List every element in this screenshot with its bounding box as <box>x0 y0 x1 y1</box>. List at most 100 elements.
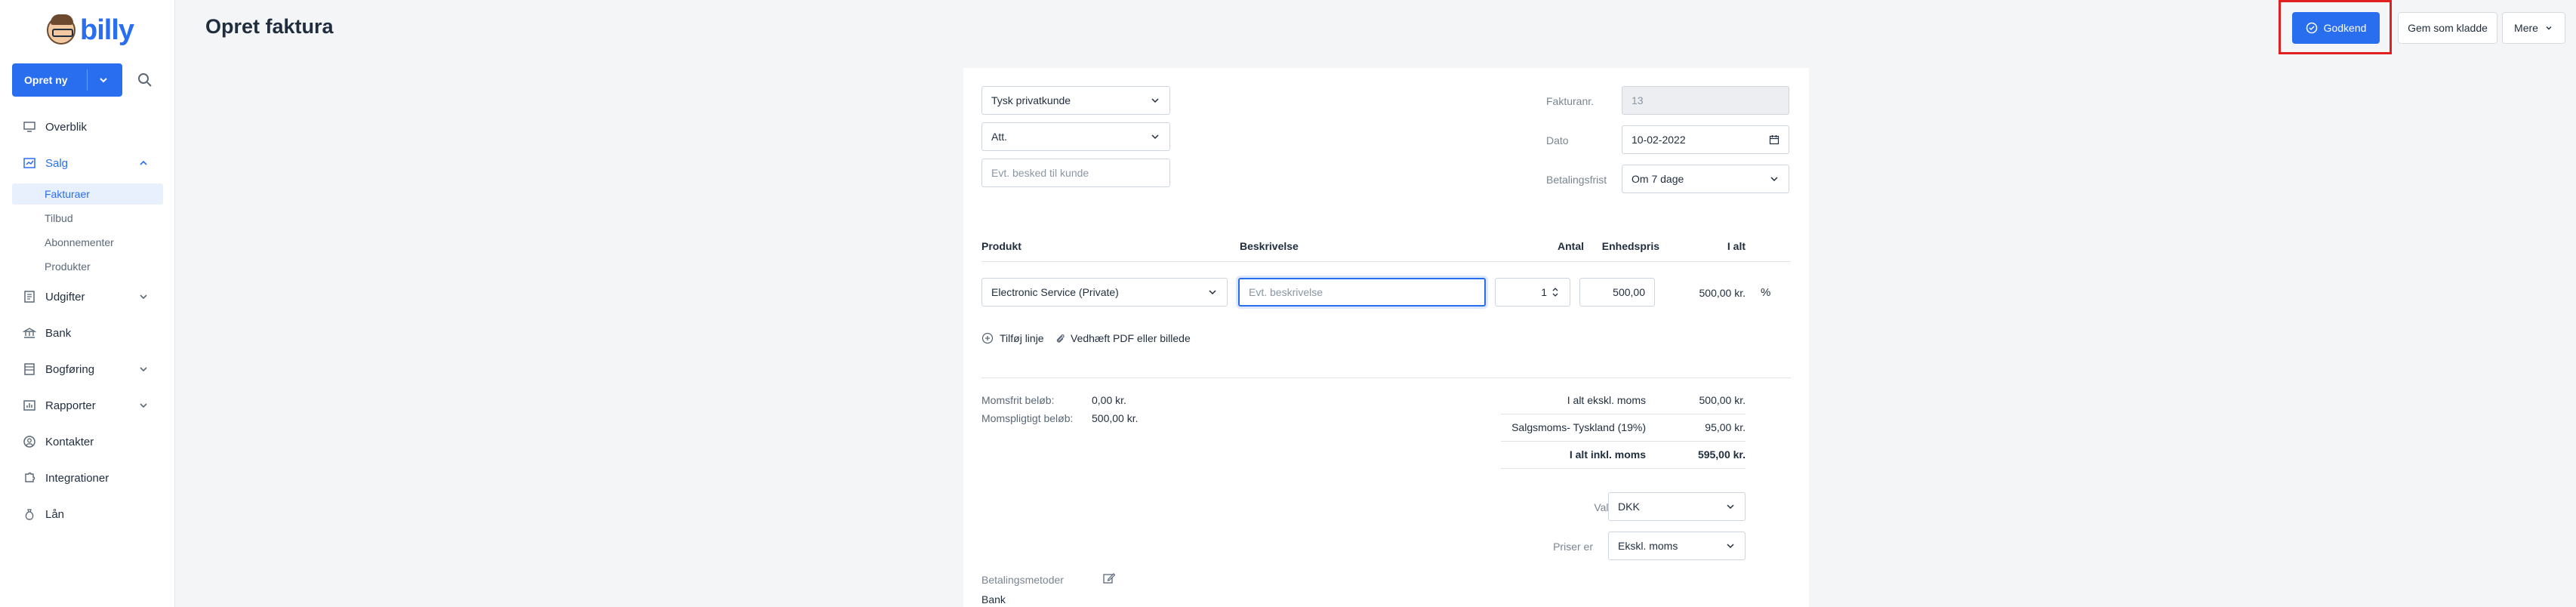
sidebar-item-label: Bank <box>45 326 72 340</box>
quantity-value: 1 <box>1541 286 1547 298</box>
due-label: Betalingsfrist <box>1546 174 1607 186</box>
sidebar-item-overview[interactable]: Overblik <box>0 115 175 139</box>
more-button[interactable]: Mere <box>2502 12 2565 44</box>
sidebar-item-sales[interactable]: Salg <box>0 151 175 175</box>
column-total: I alt <box>1727 240 1746 252</box>
sidebar-item-label: Bogføring <box>45 362 95 376</box>
sidebar-item-invoices[interactable]: Fakturaer <box>12 183 163 205</box>
plus-circle-icon <box>981 332 994 344</box>
description-input[interactable]: Evt. beskrivelse <box>1238 278 1486 307</box>
page-title: Opret faktura <box>205 15 334 38</box>
unit-price-input[interactable]: 500,00 <box>1579 278 1655 307</box>
chevron-down-icon <box>1727 504 1734 510</box>
approve-button[interactable]: Godkend <box>2292 12 2380 44</box>
attach-file-button[interactable]: Vedhæft PDF eller billede <box>1054 332 1191 344</box>
create-new-button[interactable]: Opret ny <box>12 63 122 97</box>
sidebar-item-expenses[interactable]: Udgifter <box>0 285 175 309</box>
chevron-down-icon <box>140 403 147 408</box>
brand-name: billy <box>80 14 134 46</box>
bank-icon <box>23 326 36 340</box>
sidebar-item-subscriptions[interactable]: Abonnementer <box>12 232 163 253</box>
chevron-down-icon <box>140 367 147 372</box>
sidebar-item-label: Rapporter <box>45 399 96 412</box>
column-quantity: Antal <box>1558 240 1584 252</box>
chevron-down-icon <box>1770 177 1778 182</box>
att-select[interactable]: Att. <box>981 122 1170 151</box>
prices-label: Priser er <box>1553 541 1593 553</box>
chevron-down-icon <box>140 294 147 300</box>
quantity-stepper[interactable]: 1 <box>1495 278 1570 307</box>
customer-select[interactable]: Tysk privatkunde <box>981 86 1170 115</box>
subtotal-value: 500,00 kr. <box>1699 394 1746 406</box>
chevron-down-icon <box>1209 290 1216 295</box>
product-select[interactable]: Electronic Service (Private) <box>981 278 1228 307</box>
sidebar-item-label: Overblik <box>45 120 88 134</box>
attach-file-label: Vedhæft PDF eller billede <box>1071 332 1191 344</box>
create-new-label: Opret ny <box>24 74 68 86</box>
vat-free-label: Momsfrit beløb: <box>981 394 1055 406</box>
vat-free-value: 0,00 kr. <box>1092 394 1126 406</box>
column-unit-price: Enhedspris <box>1601 240 1659 252</box>
due-select[interactable]: Om 7 dage <box>1622 165 1789 193</box>
customer-value: Tysk privatkunde <box>991 94 1071 106</box>
date-input[interactable]: 10-02-2022 <box>1622 125 1789 154</box>
add-line-button[interactable]: Tilføj linje <box>981 332 1044 344</box>
column-product: Produkt <box>981 240 1021 252</box>
check-circle-icon <box>2306 22 2317 34</box>
paperclip-icon <box>1056 334 1065 343</box>
contact-icon <box>23 435 36 448</box>
ledger-icon <box>23 362 36 376</box>
chevron-down-icon <box>1151 98 1159 103</box>
sidebar-item-contacts[interactable]: Kontakter <box>0 430 175 454</box>
billy-logo[interactable]: billy <box>47 12 134 48</box>
currency-select[interactable]: DKK <box>1608 492 1746 521</box>
edit-icon[interactable] <box>1102 572 1116 585</box>
sidebar-item-bank[interactable]: Bank <box>0 321 175 345</box>
sidebar-item-label: Lån <box>45 507 65 521</box>
monitor-icon <box>23 120 36 134</box>
column-description: Beskrivelse <box>1240 240 1299 252</box>
calendar-icon[interactable] <box>1769 134 1779 145</box>
sidebar-item-loans[interactable]: Lån <box>0 502 175 526</box>
stepper-arrows-icon[interactable] <box>1550 287 1561 297</box>
sidebar-item-products[interactable]: Produkter <box>12 256 163 277</box>
add-line-label: Tilføj linje <box>1000 332 1044 344</box>
sidebar-item-label: Salg <box>45 156 69 170</box>
save-draft-button[interactable]: Gem som kladde <box>2398 12 2497 44</box>
tax-value: 95,00 kr. <box>1705 421 1746 433</box>
date-label: Dato <box>1546 134 1569 146</box>
discount-toggle[interactable]: % <box>1761 286 1770 299</box>
sidebar-item-quotes[interactable]: Tilbud <box>12 208 163 229</box>
prices-select[interactable]: Ekskl. moms <box>1608 532 1746 560</box>
sidebar-item-bookkeeping[interactable]: Bogføring <box>0 357 175 381</box>
receipt-icon <box>23 290 36 304</box>
line-total: 500,00 kr. <box>1699 287 1746 299</box>
billy-mascot-icon <box>47 14 75 45</box>
chevron-up-icon <box>140 160 147 165</box>
prices-value: Ekskl. moms <box>1618 540 1678 552</box>
total-label: I alt inkl. moms <box>1569 448 1646 461</box>
search-icon[interactable] <box>136 71 154 89</box>
money-bag-icon <box>23 507 36 521</box>
total-value: 595,00 kr. <box>1697 448 1746 461</box>
currency-value: DKK <box>1618 501 1640 513</box>
invoice-number-field: 13 <box>1622 86 1789 115</box>
payment-method-value: Bank <box>981 593 1006 605</box>
sidebar-item-integrations[interactable]: Integrationer <box>0 466 175 490</box>
customer-message-input[interactable]: Evt. besked til kunde <box>981 159 1170 187</box>
att-value: Att. <box>991 131 1008 143</box>
payment-methods-label: Betalingsmetoder <box>981 574 1064 586</box>
reports-icon <box>23 399 36 412</box>
chevron-down-icon <box>2546 26 2552 30</box>
sidebar-item-label: Kontakter <box>45 435 94 448</box>
invoice-form: Tysk privatkunde Att. Evt. besked til ku… <box>963 68 1809 607</box>
subtotal-label: I alt ekskl. moms <box>1567 394 1646 406</box>
sidebar-item-label: Integrationer <box>45 471 109 485</box>
chevron-down-icon <box>1151 134 1159 140</box>
sidebar-item-label: Udgifter <box>45 290 85 304</box>
sidebar-item-reports[interactable]: Rapporter <box>0 393 175 418</box>
approve-label: Godkend <box>2323 22 2367 34</box>
product-value: Electronic Service (Private) <box>991 286 1119 298</box>
invoice-number-label: Fakturanr. <box>1546 95 1595 107</box>
sales-icon <box>23 156 36 170</box>
